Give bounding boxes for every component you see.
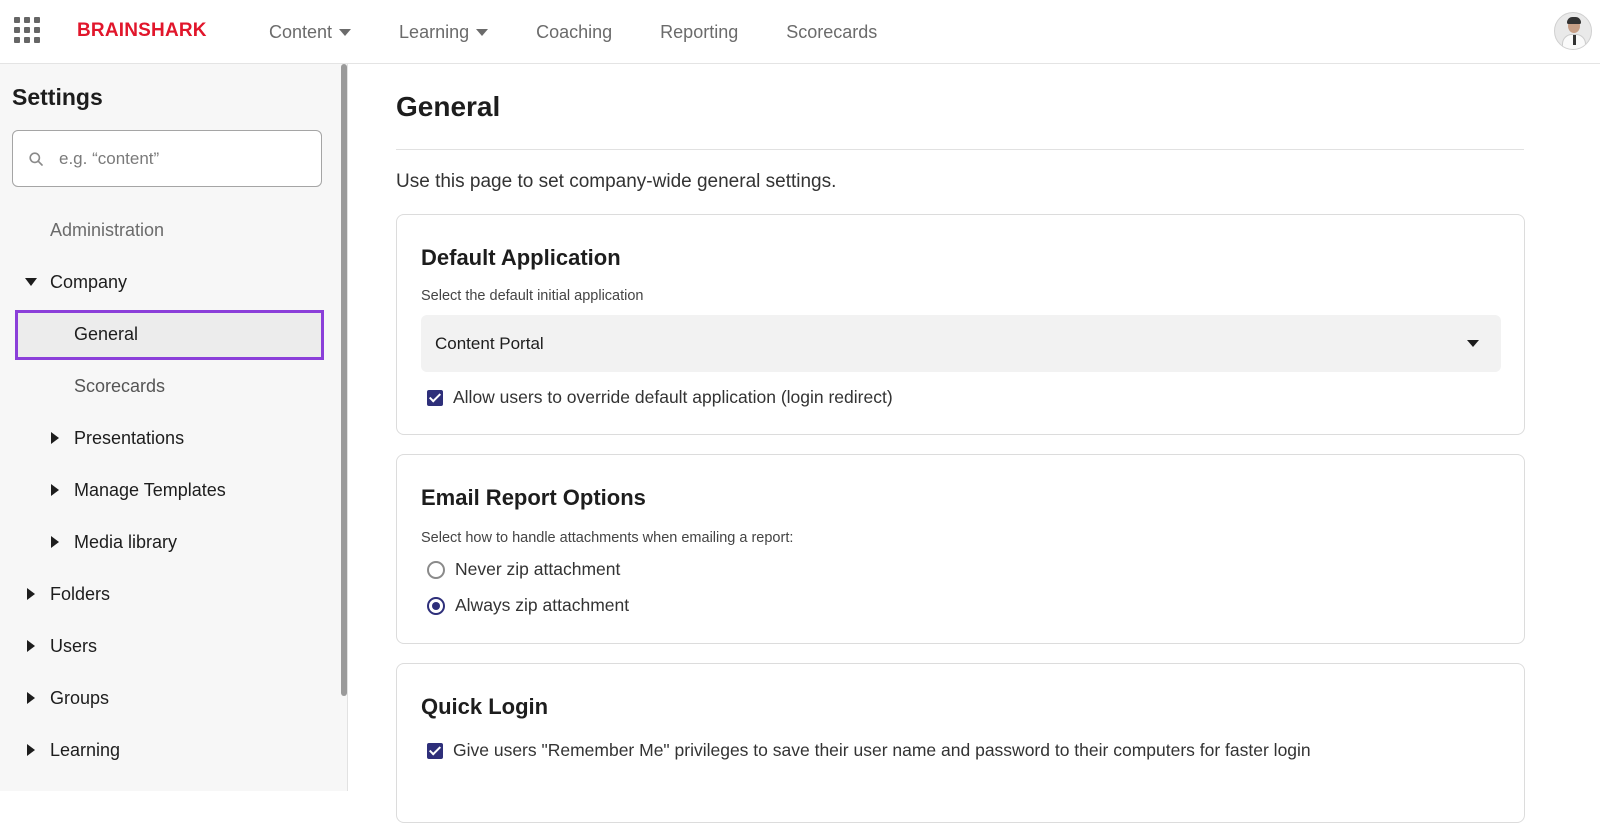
default-application-select[interactable]: Content Portal	[421, 315, 1501, 372]
sidebar-item-label: Administration	[50, 219, 165, 240]
sidebar-item-label: General	[74, 323, 139, 344]
chevron-right-icon[interactable]	[24, 587, 38, 601]
sidebar-title: Settings	[12, 84, 103, 110]
search-icon	[29, 152, 43, 166]
sidebar-item-presentations[interactable]: Presentations	[74, 414, 184, 462]
selected-item-highlight	[15, 310, 324, 360]
card-subtitle: Select how to handle attachments when em…	[421, 530, 794, 546]
nav-reporting-label: Reporting	[660, 21, 739, 42]
sidebar-item-scorecards[interactable]: Scorecards	[74, 362, 165, 410]
checkbox-label: Give users "Remember Me" privileges to s…	[453, 740, 1311, 760]
nav-content-label: Content	[269, 21, 333, 42]
override-default-app-checkbox[interactable]	[427, 389, 443, 406]
sidebar-item-groups[interactable]: Groups	[50, 674, 109, 722]
caret-down-icon	[1467, 340, 1479, 347]
sidebar-item-label: Groups	[50, 687, 110, 708]
checkbox-label: Allow users to override default applicat…	[453, 387, 893, 407]
chevron-down-icon[interactable]	[24, 275, 38, 289]
card-title: Email Report Options	[421, 485, 646, 510]
search-input[interactable]	[59, 145, 309, 173]
settings-search[interactable]	[12, 130, 322, 187]
sidebar-item-folders[interactable]: Folders	[50, 570, 110, 618]
sidebar-item-general[interactable]: General	[74, 310, 138, 358]
sidebar-item-label: Presentations	[74, 427, 185, 448]
quick-login-card: Quick Login Give users "Remember Me" pri…	[396, 663, 1525, 823]
brainshark-logo[interactable]: BRAINSHARK	[77, 20, 207, 42]
nav-learning[interactable]: Learning	[399, 21, 489, 43]
chevron-right-icon[interactable]	[48, 535, 62, 549]
always-zip-radio-row[interactable]: Always zip attachment	[427, 595, 629, 616]
sidebar-item-administration[interactable]: Administration	[50, 206, 164, 254]
nav-learning-label: Learning	[399, 21, 470, 42]
sidebar-item-manage-templates[interactable]: Manage Templates	[74, 466, 226, 514]
chevron-right-icon[interactable]	[24, 639, 38, 653]
chevron-right-icon[interactable]	[48, 483, 62, 497]
sidebar-item-label: Learning	[50, 739, 121, 760]
email-report-options-card: Email Report Options Select how to handl…	[396, 454, 1525, 644]
radio-label: Always zip attachment	[455, 595, 630, 615]
nav-scorecards[interactable]: Scorecards	[786, 22, 877, 43]
never-zip-radio[interactable]	[427, 560, 445, 579]
sidebar-item-label: Folders	[50, 583, 111, 604]
settings-sidebar: Settings Administration Company General …	[0, 64, 348, 791]
caret-down-icon	[476, 28, 489, 36]
card-title: Default Application	[421, 245, 621, 270]
default-application-card: Default Application Select the default i…	[396, 214, 1525, 435]
radio-label: Never zip attachment	[455, 559, 621, 579]
nav-reporting[interactable]: Reporting	[660, 22, 738, 43]
app-launcher-icon[interactable]	[14, 17, 40, 43]
nav-scorecards-label: Scorecards	[786, 21, 878, 42]
sidebar-item-label: Media library	[74, 531, 178, 552]
nav-coaching[interactable]: Coaching	[536, 22, 612, 43]
always-zip-radio[interactable]	[427, 596, 445, 615]
page-description: Use this page to set company-wide genera…	[396, 171, 837, 192]
sidebar-item-media-library[interactable]: Media library	[74, 518, 177, 566]
nav-content[interactable]: Content	[269, 21, 352, 43]
top-navigation-bar: BRAINSHARK Content Learning Coaching Rep…	[0, 0, 1600, 64]
sidebar-item-users[interactable]: Users	[50, 622, 97, 670]
chevron-right-icon[interactable]	[48, 431, 62, 445]
sidebar-item-learning[interactable]: Learning	[50, 726, 120, 774]
title-divider	[396, 149, 1524, 150]
sidebar-item-label: Manage Templates	[74, 479, 226, 500]
sidebar-item-label: Company	[50, 271, 128, 292]
sidebar-item-company[interactable]: Company	[50, 258, 127, 306]
chevron-right-icon[interactable]	[24, 691, 38, 705]
main-nav: Content Learning Coaching Reporting Scor…	[269, 0, 925, 64]
main-content: General Use this page to set company-wid…	[348, 64, 1600, 823]
remember-me-checkbox[interactable]	[427, 742, 443, 759]
page-title: General	[396, 91, 501, 122]
sidebar-scrollbar[interactable]	[341, 64, 347, 696]
caret-down-icon	[339, 28, 352, 36]
chevron-right-icon[interactable]	[24, 743, 38, 757]
select-value: Content Portal	[435, 334, 544, 353]
remember-me-checkbox-row[interactable]: Give users "Remember Me" privileges to s…	[427, 740, 1311, 761]
nav-coaching-label: Coaching	[536, 21, 613, 42]
card-title: Quick Login	[421, 694, 549, 719]
sidebar-item-label: Scorecards	[74, 375, 166, 396]
card-subtitle: Select the default initial application	[421, 288, 644, 304]
override-default-app-checkbox-row[interactable]: Allow users to override default applicat…	[427, 387, 893, 408]
never-zip-radio-row[interactable]: Never zip attachment	[427, 559, 620, 580]
user-avatar[interactable]	[1554, 12, 1592, 50]
sidebar-item-label: Users	[50, 635, 98, 656]
